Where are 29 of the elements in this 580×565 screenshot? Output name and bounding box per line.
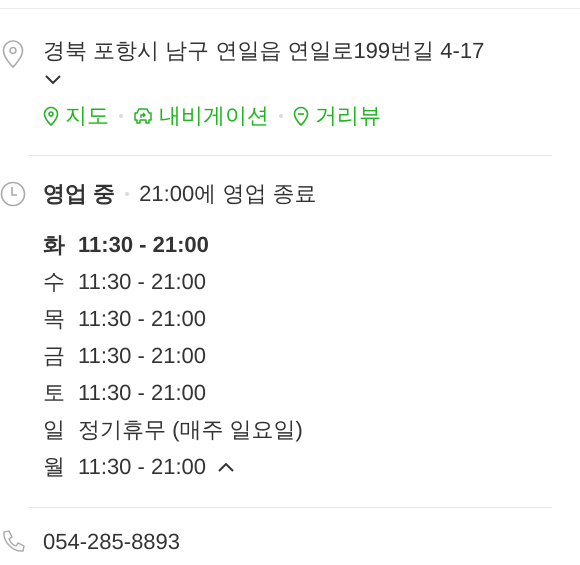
day-label: 금	[43, 342, 66, 370]
hours-text: 11:30 - 21:00	[78, 380, 206, 406]
day-label: 수	[43, 268, 66, 296]
day-label: 월	[43, 452, 66, 480]
car-icon	[133, 107, 153, 125]
closing-time-text: 21:00에 영업 종료	[139, 180, 316, 208]
day-label: 토	[43, 378, 66, 406]
map-link[interactable]: 지도	[43, 101, 109, 131]
day-label: 일	[43, 416, 66, 444]
day-label: 목	[43, 304, 66, 332]
street-view-icon	[293, 106, 309, 126]
chevron-down-icon[interactable]	[45, 75, 61, 85]
phone-icon	[0, 529, 26, 555]
chevron-up-icon[interactable]	[218, 462, 234, 472]
clock-icon	[0, 181, 26, 207]
day-label: 화	[43, 230, 66, 258]
open-status: 영업 중	[43, 180, 116, 208]
location-pin-icon	[1, 39, 25, 69]
location-pin-icon	[43, 106, 59, 126]
hours-text: 11:30 - 21:00	[78, 232, 209, 258]
street-view-link[interactable]: 거리뷰	[293, 101, 381, 131]
hours-text: 11:30 - 21:00	[78, 268, 206, 294]
hours-text: 정기휴무 (매주 일요일)	[78, 416, 303, 444]
navigation-link[interactable]: 내비게이션	[133, 101, 269, 131]
hours-text: 11:30 - 21:00	[78, 454, 206, 480]
hours-text: 11:30 - 21:00	[78, 306, 206, 332]
phone-number[interactable]: 054-285-8893	[43, 529, 180, 554]
address-text: 경북 포항시 남구 연일읍 연일로199번길 4-17	[43, 37, 486, 65]
hours-text: 11:30 - 21:00	[78, 342, 206, 368]
